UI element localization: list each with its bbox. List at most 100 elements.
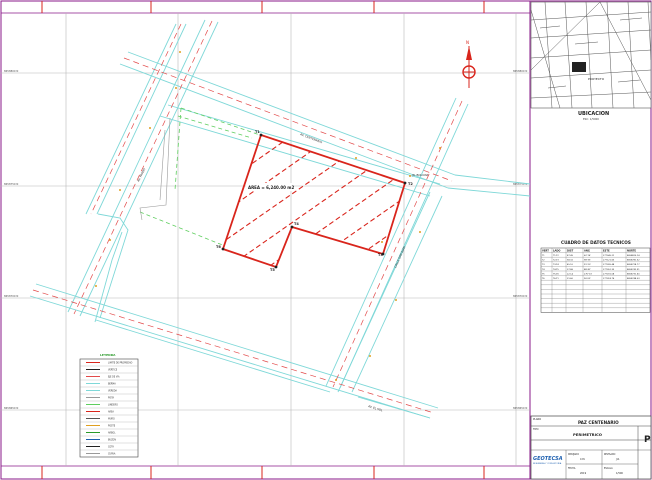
- title-block-frame: [530, 415, 652, 480]
- legend-item-label: EJE DE VIA: [108, 376, 120, 379]
- road-edge: [337, 191, 431, 393]
- coordinate-grid: [0, 13, 530, 466]
- table-cell: 277045.21: [603, 255, 615, 257]
- vertex-label: T4: [294, 222, 299, 226]
- road-edge: [97, 213, 129, 319]
- legend-item-label: POSTE: [108, 425, 116, 428]
- road-edge: [167, 104, 441, 185]
- table-cell: 8658742.91: [627, 269, 640, 271]
- north-arrow: N: [462, 40, 476, 88]
- street-label: AV. CENTENARIO: [300, 132, 324, 144]
- legend-item-label: ARBOL: [108, 432, 116, 435]
- tb-field-value: C.M.: [580, 458, 585, 461]
- table-header-cell: NORTE: [627, 249, 636, 252]
- table-header-cell: VERT: [542, 249, 549, 252]
- grid-label: 8658750 N: [4, 182, 18, 186]
- vertex-label: T3: [378, 253, 383, 257]
- table-cell: T6: [542, 278, 545, 280]
- table-cell: 87.45: [567, 255, 574, 257]
- legend-item-label: MURO: [108, 418, 115, 421]
- tb-field-value: 2019: [580, 472, 587, 475]
- legend-item-label: PISTA: [108, 397, 115, 400]
- tb-project-name: PAZ CENTENARIO: [578, 420, 619, 425]
- table-cell: 277121.63: [603, 260, 615, 262]
- legend-item-label: BUZON: [108, 439, 116, 442]
- vertex-point: [290, 225, 294, 229]
- tb-company-sub: INGENIERIA Y CONSULTORIA: [533, 462, 562, 465]
- roads: [29, 19, 531, 419]
- title-block: PLANO PAZ CENTENARIO TIPO PERIMETRICO P …: [530, 415, 652, 480]
- area-label: AREA = 6,240.00 m2: [248, 185, 294, 190]
- table-title: CUADRO DE DATOS TECNICOS: [561, 240, 631, 245]
- grid-label: 8658700 N: [4, 294, 18, 298]
- tb-field-value: J.R.: [615, 458, 620, 461]
- north-arrow-icon: [466, 46, 472, 60]
- road-edge: [67, 19, 206, 313]
- table-cell: 90°05': [584, 278, 591, 280]
- grid-label: 8658800 N: [4, 69, 18, 73]
- table-grid: VERT LADO DIST ANG ESTE NORTE T1 T1-T2 87.45 62°1…: [540, 247, 651, 313]
- table-cell: 58.32: [567, 260, 574, 262]
- tb-field-label: FECHA: [568, 467, 576, 470]
- vertex-point: [259, 133, 263, 137]
- table-header-cell: ANG: [584, 249, 590, 252]
- vertex-label: T6: [216, 245, 221, 249]
- grid-label: 8658650 N: [4, 406, 18, 410]
- legend-item-label: VERTICE: [108, 369, 118, 372]
- table-cell: T2: [542, 260, 545, 262]
- vertex-point: [403, 181, 407, 185]
- inset-title: UBICACION: [578, 111, 609, 117]
- table-cell: 31.60: [567, 278, 574, 280]
- road-edge: [447, 187, 531, 197]
- table-cell: 270°10': [584, 273, 593, 275]
- table-cell: 8658748.03: [627, 278, 640, 280]
- vertex-point: [221, 247, 225, 251]
- tb-sheet-type: PERIMETRICO: [573, 432, 603, 437]
- table-header-cell: ESTE: [603, 249, 610, 252]
- legend-item-label: LIMITE DE PROPIEDAD: [108, 362, 133, 365]
- street-label: AV. PARDO: [136, 167, 146, 183]
- property-lines: [139, 107, 261, 247]
- table-cell: 8658731.60: [627, 273, 640, 275]
- inset-scale: ESC: 1/5000: [583, 117, 599, 121]
- tb-sheet-code: P: [644, 435, 651, 445]
- table-cell: 277031.08: [603, 273, 615, 275]
- vertex-label: T2: [408, 182, 413, 186]
- vertex-label: T5: [270, 268, 275, 272]
- table-cell: 8658781.52: [627, 260, 640, 262]
- table-cell: 8658820.14: [627, 255, 640, 257]
- street-labels: AV. CENTENARIO AV. PARDO CALLE SAN JUAN …: [136, 132, 428, 412]
- grid-label: 8658700 N: [513, 294, 527, 298]
- road-edge: [85, 23, 177, 215]
- table-cell: 8658728.77: [627, 264, 640, 266]
- table-cell: 98°35': [584, 260, 591, 262]
- location-inset: PROYECTO UBICACION ESC: 1/5000: [530, 1, 652, 121]
- table-header-cell: LADO: [553, 249, 560, 252]
- table-cell: T1: [542, 255, 545, 257]
- table-cell: 277095.48: [603, 264, 615, 266]
- table-cell: T3: [542, 264, 545, 266]
- table-cell: 22.14: [567, 273, 574, 275]
- table-cell: T4: [542, 269, 545, 271]
- vertex-point: [274, 265, 278, 269]
- table-cell: T3-T4: [553, 264, 559, 266]
- legend-item-label: AREA: [108, 411, 114, 414]
- grid-labels-left: 8658800 N 8658750 N 8658700 N 8658650 N: [4, 69, 18, 410]
- tb-field-label: REVISADO: [604, 453, 616, 456]
- parcel-boundary: [221, 133, 407, 269]
- legend-item-label: COTA: [108, 446, 114, 449]
- legend-item-label: BERMA: [108, 383, 116, 386]
- table-cell: 45.10: [567, 264, 574, 266]
- table-cell: 277018.74: [603, 278, 615, 280]
- table-cell: T6-T1: [553, 278, 559, 280]
- road-centerlines: [32, 20, 463, 414]
- table-cell: 62°14': [584, 255, 591, 257]
- tb-field-label: DIBUJADO: [568, 453, 579, 456]
- tb-label-plano: PLANO: [533, 418, 541, 421]
- table-cell: T5: [542, 273, 545, 275]
- table-cell: 277052.33: [603, 269, 615, 271]
- cad-sheet: 8658800 N 8658750 N 8658700 N 8658650 N …: [0, 0, 652, 480]
- inset-project-label: PROYECTO: [588, 77, 605, 81]
- table-cell: T4-T5: [553, 269, 559, 271]
- tb-company-logo: GEOTECSA: [533, 456, 563, 462]
